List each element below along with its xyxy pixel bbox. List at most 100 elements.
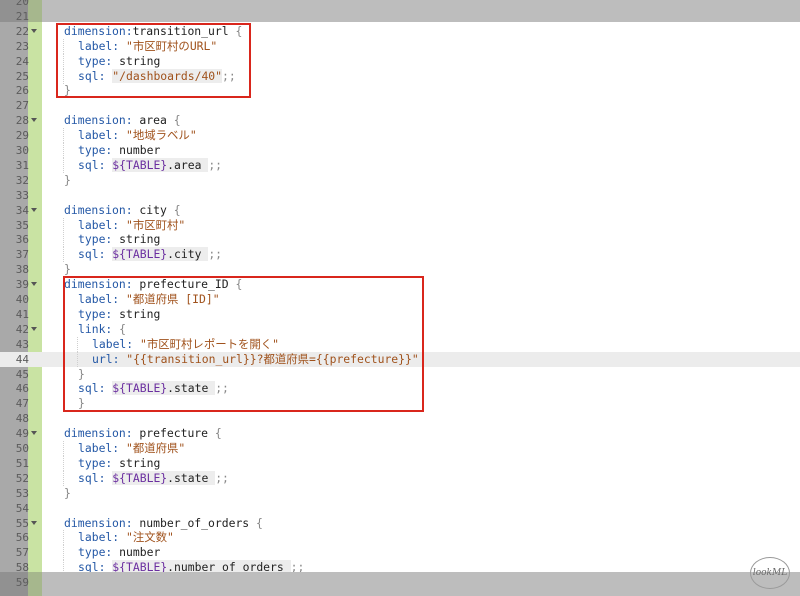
line-number: 22: [15, 24, 29, 38]
code-line[interactable]: 51 type: string: [0, 455, 800, 471]
code-line[interactable]: 55 dimension: number_of_orders {: [0, 516, 800, 531]
code-text: type: number: [78, 545, 161, 560]
code-line[interactable]: 30 type: number: [0, 143, 800, 158]
line-number: 51: [15, 456, 29, 470]
indent-guide: [63, 455, 64, 471]
code-line[interactable]: 38}: [0, 262, 800, 277]
code-line[interactable]: 31 sql: ${TABLE}.area ;;: [0, 157, 800, 173]
code-line[interactable]: 54: [0, 501, 800, 516]
line-number: 27: [15, 99, 29, 113]
code-line[interactable]: 34 dimension: city {: [0, 203, 800, 218]
indent-guide: [63, 545, 64, 561]
line-number: 45: [15, 367, 29, 381]
line-number: 40: [15, 293, 29, 306]
overlay-dim-gutter-top: [0, 0, 42, 22]
code-line[interactable]: 48: [0, 411, 800, 426]
code-line[interactable]: 29 label: "地域ラベル": [0, 128, 800, 144]
line-number: 55: [15, 516, 29, 530]
indent-guide: [63, 441, 64, 456]
code-line[interactable]: 52 sql: ${TABLE}.state ;;: [0, 470, 800, 486]
code-line[interactable]: 33: [0, 188, 800, 203]
code-text: sql: ${TABLE}.state ;;: [78, 470, 229, 485]
code-text: type: number: [78, 143, 161, 157]
line-number: 53: [15, 486, 29, 500]
indent-guide: [63, 232, 64, 248]
fold-arrow-icon[interactable]: [31, 118, 37, 123]
line-number: 47: [15, 397, 29, 411]
code-line[interactable]: 49 dimension: prefecture {: [0, 426, 800, 441]
lookml-watermark-logo: lookML: [750, 557, 790, 589]
code-text: }: [64, 172, 71, 187]
indent-guide: [63, 128, 64, 144]
line-number: 49: [15, 427, 29, 441]
line-number: 39: [15, 278, 29, 292]
line-number: 36: [15, 233, 29, 247]
code-text: dimension: number_of_orders {: [64, 515, 263, 530]
fold-arrow-icon[interactable]: [31, 28, 37, 33]
line-number: 26: [15, 84, 29, 98]
line-number: 44: [15, 352, 29, 366]
code-text: type: string: [78, 232, 161, 247]
code-text: dimension: city {: [64, 202, 181, 217]
line-number: 41: [15, 307, 29, 321]
line-number: 54: [15, 501, 29, 515]
line-number: 25: [15, 69, 29, 83]
code-text: label: "市区町村": [78, 217, 186, 232]
line-number: 28: [15, 114, 29, 128]
code-text: type: string: [78, 455, 161, 470]
code-text: }: [64, 262, 71, 277]
code-text: dimension: prefecture {: [64, 426, 222, 441]
indent-guide: [63, 247, 64, 263]
code-text: dimension: area {: [64, 113, 181, 128]
line-number: 24: [15, 54, 29, 68]
line-number: 57: [15, 546, 29, 560]
code-text: label: "地域ラベル": [78, 128, 197, 143]
code-line[interactable]: 36 type: string: [0, 232, 800, 248]
line-number: 50: [15, 442, 29, 455]
line-number: 56: [15, 531, 29, 545]
code-editor[interactable]: 20}2122dimension:transition_url {23label…: [0, 0, 800, 596]
fold-arrow-icon[interactable]: [31, 431, 37, 436]
code-line[interactable]: 56 label: "注文数": [0, 530, 800, 546]
line-number: 34: [15, 203, 29, 217]
line-number: 35: [15, 218, 29, 232]
code-line[interactable]: 53}: [0, 486, 800, 501]
indent-guide: [63, 470, 64, 486]
line-number: 32: [15, 173, 29, 187]
line-number: 33: [15, 188, 29, 202]
fold-arrow-icon[interactable]: [31, 207, 37, 212]
indent-guide: [63, 217, 64, 233]
indent-guide: [63, 143, 64, 158]
overlay-dim-top: [42, 0, 800, 22]
code-line[interactable]: 37 sql: ${TABLE}.city ;;: [0, 247, 800, 263]
fold-arrow-icon[interactable]: [31, 326, 37, 331]
line-number: 43: [15, 337, 29, 351]
code-line[interactable]: 27: [0, 98, 800, 113]
code-line[interactable]: 35 label: "市区町村": [0, 217, 800, 233]
line-number: 48: [15, 412, 29, 426]
overlay-dim-gutter-bottom: [0, 572, 42, 596]
code-text: }: [64, 485, 71, 500]
line-number: 29: [15, 129, 29, 143]
line-number: 38: [15, 263, 29, 277]
code-text: sql: ${TABLE}.area ;;: [78, 157, 223, 172]
line-number: 42: [15, 322, 29, 336]
code-line[interactable]: 28 dimension: area {: [0, 113, 800, 128]
code-line[interactable]: 57 type: number: [0, 545, 800, 561]
line-number: 37: [15, 248, 29, 262]
line-number: 30: [15, 144, 29, 157]
highlight-box-prefecture-id: [63, 276, 424, 412]
code-line[interactable]: 50 label: "都道府県": [0, 441, 800, 456]
overlay-dim-bottom: [42, 572, 800, 596]
indent-guide: [63, 157, 64, 173]
fold-arrow-icon[interactable]: [31, 282, 37, 287]
code-text: label: "都道府県": [78, 441, 186, 455]
code-line[interactable]: 32}: [0, 173, 800, 188]
line-number: 52: [15, 471, 29, 485]
indent-guide: [63, 530, 64, 546]
line-number: 23: [15, 39, 29, 53]
fold-arrow-icon[interactable]: [31, 520, 37, 525]
highlight-box-transition-url: [56, 23, 251, 98]
line-number: 31: [15, 158, 29, 172]
code-text: sql: ${TABLE}.city ;;: [78, 247, 223, 262]
